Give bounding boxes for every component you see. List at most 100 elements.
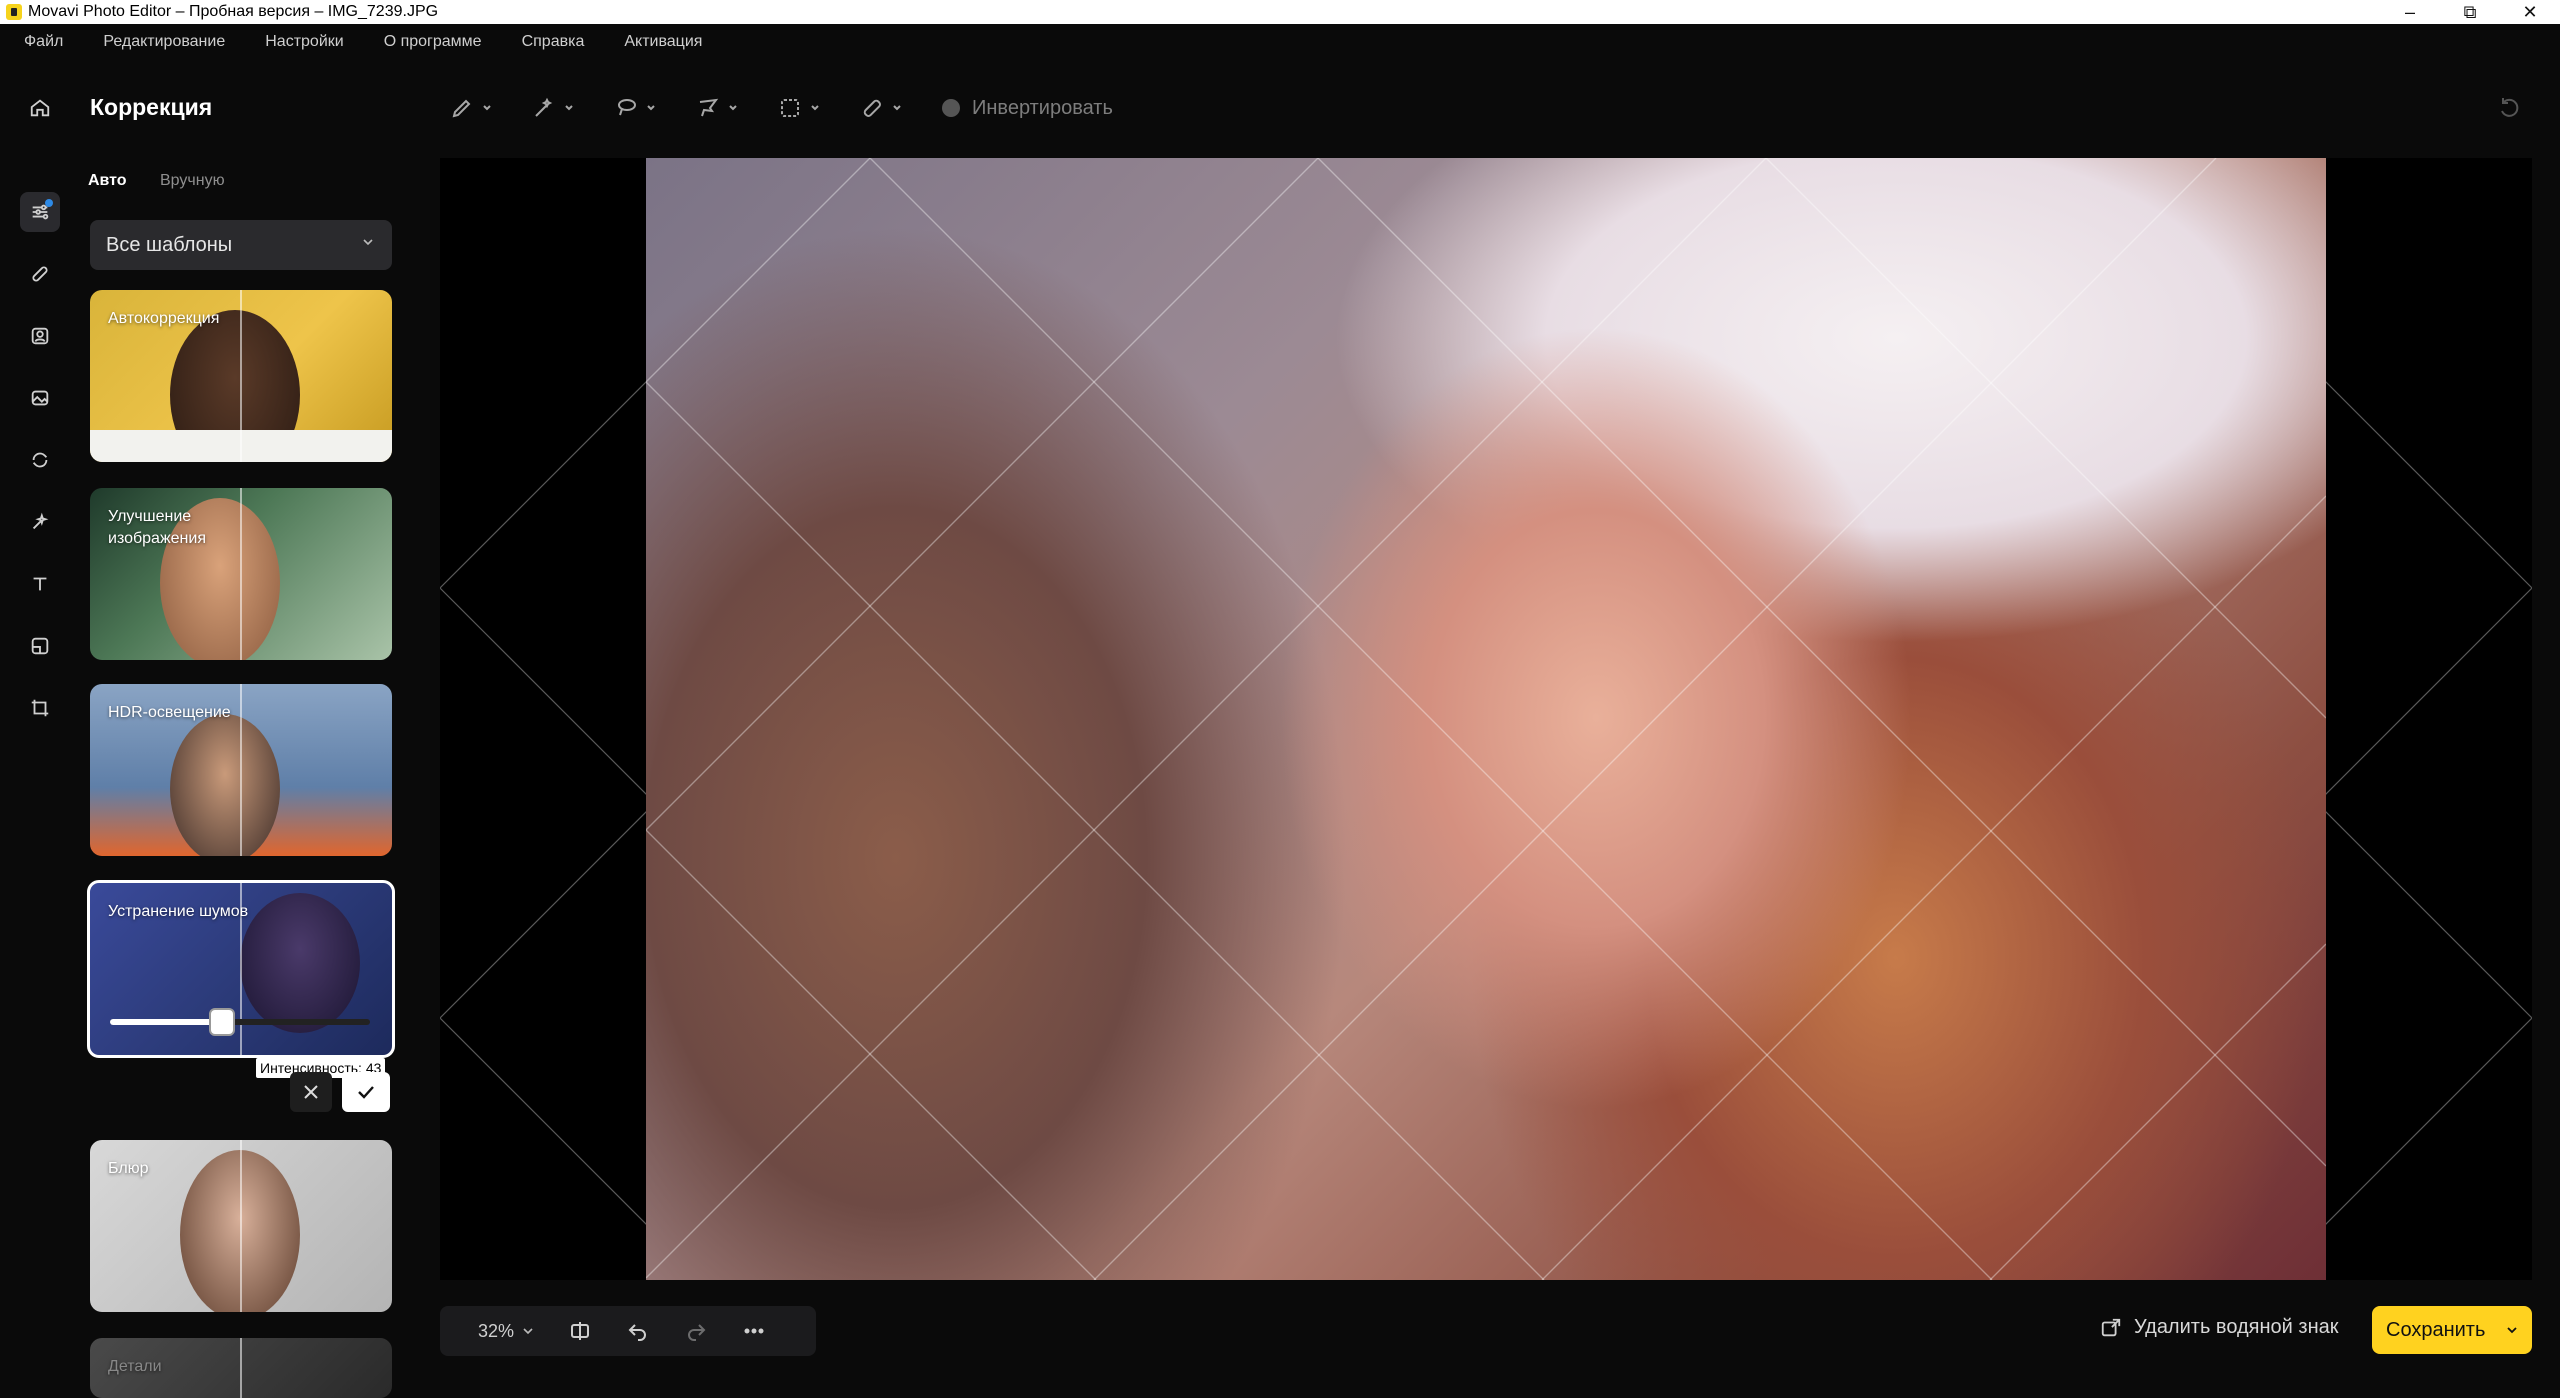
smart-brush-tool[interactable] (532, 96, 574, 120)
rect-select-tool[interactable] (778, 96, 820, 120)
before-after-divider (240, 1338, 242, 1398)
rect-select-icon (781, 99, 799, 117)
preset-label: Детали (108, 1358, 162, 1375)
save-button[interactable]: Сохранить (2372, 1306, 2532, 1354)
before-after-divider (240, 684, 242, 856)
rail-background[interactable] (20, 378, 60, 418)
reset-icon[interactable] (2496, 94, 2522, 120)
maximize-button[interactable]: ⧉ (2440, 0, 2500, 24)
templates-dropdown[interactable]: Все шаблоны (90, 220, 392, 270)
app-icon (6, 4, 22, 20)
chevron-down-icon (811, 105, 819, 111)
crop-icon (31, 699, 49, 717)
menu-help[interactable]: Справка (522, 33, 585, 51)
edited-photo (646, 158, 2326, 1280)
invert-label: Инвертировать (972, 96, 1113, 119)
rail-text[interactable] (20, 564, 60, 604)
brush-icon (452, 99, 471, 118)
more-icon (744, 1328, 764, 1334)
menu-file[interactable]: Файл (24, 33, 63, 51)
before-after-divider (240, 1140, 242, 1312)
bandage-icon (32, 266, 48, 282)
bottom-toolbar: 32% (440, 1306, 816, 1356)
invert-button[interactable]: Инвертировать (942, 97, 1113, 120)
invert-icon (942, 99, 960, 117)
chevron-down-icon (893, 105, 901, 111)
preset-label: Устранение шумов (108, 903, 249, 920)
rail-retouch[interactable] (20, 254, 60, 294)
intensity-slider-fill (110, 1019, 222, 1025)
remove-watermark-icon (2101, 1318, 2121, 1336)
chevron-down-icon (363, 239, 373, 246)
rail-frames[interactable] (20, 626, 60, 666)
tool-rail (0, 80, 80, 740)
preset-label: Автокоррекция (108, 310, 220, 327)
preset-image-enhance[interactable]: Улучшение изображения (90, 488, 392, 660)
title-bar: Movavi Photo Editor – Пробная версия – I… (0, 0, 2560, 24)
preset-details[interactable]: Детали (90, 1338, 392, 1398)
chevron-down-icon (647, 105, 655, 111)
templates-dropdown-value: Все шаблоны (106, 233, 233, 256)
panel-title: Коррекция (90, 94, 213, 120)
lasso-icon (618, 99, 636, 116)
tab-auto[interactable]: Авто (88, 172, 127, 190)
lasso-tool[interactable] (614, 96, 656, 120)
before-after-divider (240, 290, 242, 462)
menu-settings[interactable]: Настройки (265, 33, 343, 51)
menu-activation[interactable]: Активация (624, 33, 702, 51)
zoom-dropdown[interactable]: 32% (478, 1321, 534, 1342)
chevron-down-icon (2507, 1327, 2517, 1334)
more-button[interactable] (742, 1319, 766, 1343)
polygon-lasso-icon (699, 98, 719, 117)
polygon-lasso-tool[interactable] (696, 96, 738, 120)
brush-tool[interactable] (450, 96, 492, 120)
intensity-slider[interactable] (110, 1008, 370, 1036)
redo-icon (688, 1324, 706, 1341)
intensity-slider-handle[interactable] (209, 1008, 235, 1036)
text-icon (33, 577, 47, 591)
apply-button[interactable] (342, 1072, 390, 1112)
close-icon (304, 1085, 318, 1099)
window-title: Movavi Photo Editor – Пробная версия – I… (28, 3, 439, 20)
save-label: Сохранить (2386, 1318, 2486, 1341)
compare-icon (571, 1322, 590, 1340)
compare-button[interactable] (568, 1319, 592, 1343)
rail-portrait[interactable] (20, 316, 60, 356)
home-button[interactable] (20, 88, 60, 128)
preset-auto-correction[interactable]: Автокоррекция (90, 290, 392, 462)
notification-dot (45, 199, 53, 207)
selection-toolbar: Инвертировать (450, 88, 1113, 128)
chevron-down-icon (729, 105, 737, 111)
undo-button[interactable] (626, 1319, 650, 1343)
rail-effects[interactable] (20, 502, 60, 542)
home-icon (30, 99, 50, 117)
chevron-down-icon (565, 105, 573, 111)
preset-hdr-lighting[interactable]: HDR-освещение (90, 684, 392, 856)
cancel-button[interactable] (290, 1072, 332, 1112)
redo-button[interactable] (684, 1319, 708, 1343)
preset-thumbnail (170, 714, 280, 856)
rail-correction[interactable] (20, 192, 60, 232)
photo-canvas[interactable] (440, 158, 2532, 1280)
preset-blur[interactable]: Блюр (90, 1140, 392, 1312)
rail-transform[interactable] (20, 440, 60, 480)
close-button[interactable]: ✕ (2500, 0, 2560, 24)
preset-label: HDR-освещение (108, 704, 231, 721)
portrait-icon (31, 327, 49, 345)
magic-wand-icon (32, 512, 49, 530)
chevron-down-icon (523, 1328, 533, 1335)
eraser-icon (863, 99, 881, 117)
remove-watermark-button[interactable]: Удалить водяной знак (2100, 1316, 2338, 1339)
checkmark-icon (358, 1086, 374, 1099)
eraser-tool[interactable] (860, 96, 902, 120)
preset-thumbnail (240, 893, 360, 1033)
menu-edit[interactable]: Редактирование (103, 33, 225, 51)
preset-noise-removal[interactable]: Устранение шумов (87, 880, 395, 1058)
preset-label: Улучшение изображения (108, 508, 206, 548)
rail-crop[interactable] (20, 688, 60, 728)
preset-label: Блюр (108, 1160, 149, 1177)
menu-about[interactable]: О программе (384, 33, 482, 51)
minimize-button[interactable]: – (2380, 0, 2440, 24)
watermark-pattern (646, 158, 2326, 1280)
tab-manual[interactable]: Вручную (160, 172, 225, 190)
